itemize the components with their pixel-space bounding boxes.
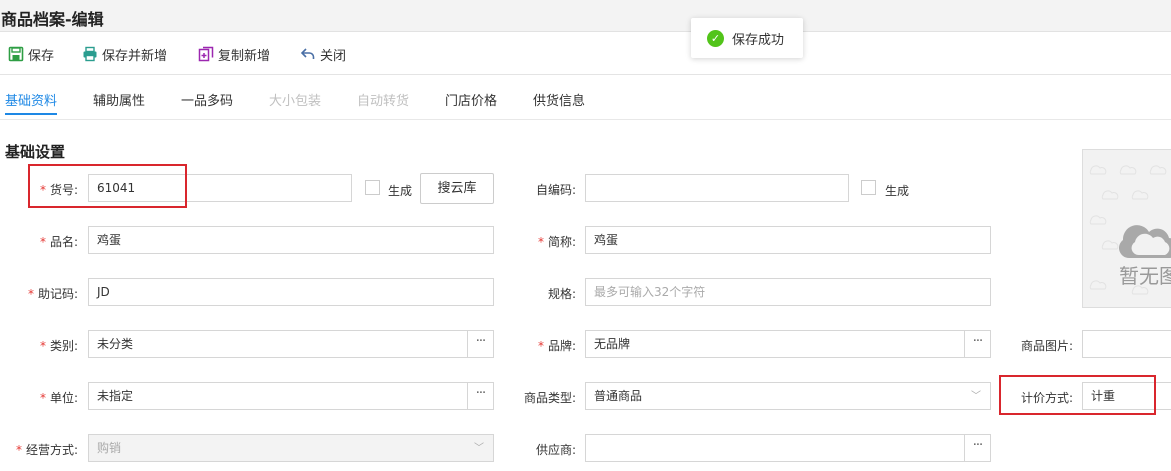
chevron-down-icon: ﹀	[971, 391, 981, 402]
unit-input[interactable]: 未指定 ···	[88, 382, 494, 410]
save-label: 保存	[28, 48, 55, 64]
required-mark: *	[16, 443, 22, 457]
supplier-input[interactable]: ···	[585, 434, 991, 462]
check-circle-icon: ✓	[707, 29, 724, 47]
brand-label-text: 品牌:	[548, 339, 577, 353]
short-name-label: * 简称:	[538, 233, 576, 250]
self-code-input[interactable]	[585, 174, 849, 202]
product-image-input[interactable]	[1082, 330, 1171, 358]
undo-arrow-icon	[300, 48, 315, 59]
brand-input[interactable]: 无品牌 ···	[585, 330, 991, 358]
save-icon	[8, 46, 24, 62]
toolbar: 保存 保存并新增 复制新增 关闭	[0, 33, 1171, 75]
product-type-label: 商品类型:	[524, 391, 577, 405]
supplier-more-button[interactable]: ···	[964, 435, 990, 461]
item-no-generate-label: 生成	[388, 184, 413, 198]
close-button[interactable]: 关闭	[300, 43, 346, 65]
toast-message: 保存成功	[732, 32, 785, 48]
required-mark: *	[40, 339, 46, 353]
self-code-generate-label: 生成	[885, 184, 910, 198]
tab-multi-barcode[interactable]: 一品多码	[181, 90, 233, 109]
category-value: 未分类	[97, 337, 134, 351]
category-more-button[interactable]: ···	[467, 331, 493, 357]
no-image-text: 暂无图	[1119, 264, 1171, 288]
business-mode-value: 购销	[97, 441, 122, 455]
category-input[interactable]: 未分类 ···	[88, 330, 494, 358]
name-label-text: 品名:	[50, 235, 79, 249]
short-name-label-text: 简称:	[548, 235, 577, 249]
mnemonic-label-text: 助记码:	[38, 287, 79, 301]
required-mark: *	[40, 391, 46, 405]
required-mark: *	[40, 235, 46, 249]
spec-input[interactable]: 最多可输入32个字符	[585, 278, 991, 306]
product-type-value: 普通商品	[594, 389, 643, 403]
tab-package-sizes: 大小包装	[269, 94, 322, 109]
save-and-new-label: 保存并新增	[102, 48, 168, 64]
page-title: 商品档案-编辑	[1, 10, 104, 29]
search-cloud-button[interactable]: 搜云库	[420, 173, 494, 204]
name-label: * 品名:	[40, 233, 78, 250]
tab-auto-transfer: 自动转货	[357, 94, 410, 109]
supplier-label: 供应商:	[536, 443, 577, 457]
mnemonic-input[interactable]: JD	[88, 278, 494, 306]
save-and-new-button[interactable]: 保存并新增	[82, 43, 167, 65]
close-label: 关闭	[320, 48, 347, 64]
brand-label: * 品牌:	[538, 337, 576, 354]
business-mode-label-text: 经营方式:	[26, 443, 79, 457]
required-mark: *	[538, 235, 544, 249]
mnemonic-label: * 助记码:	[28, 285, 78, 302]
required-mark: *	[28, 287, 34, 301]
brand-value: 无品牌	[594, 337, 631, 351]
unit-label: * 单位:	[40, 389, 78, 406]
unit-more-button[interactable]: ···	[467, 383, 493, 409]
product-type-select[interactable]: 普通商品 ﹀	[585, 382, 991, 410]
tab-supply-info[interactable]: 供货信息	[533, 90, 585, 109]
copy-new-button[interactable]: 复制新增	[198, 43, 270, 65]
spec-label: 规格:	[548, 287, 577, 301]
tab-bar: 基础资料 辅助属性 一品多码 大小包装 自动转货 门店价格 供货信息	[0, 76, 1171, 120]
unit-value: 未指定	[97, 389, 134, 403]
tab-aux-attributes[interactable]: 辅助属性	[93, 90, 145, 109]
copy-icon	[198, 46, 214, 62]
tab-store-price[interactable]: 门店价格	[445, 90, 497, 109]
chevron-down-icon: ﹀	[474, 443, 484, 454]
title-bar: 商品档案-编辑	[0, 0, 1171, 32]
self-code-label: 自编码:	[536, 183, 577, 197]
business-mode-select: 购销 ﹀	[88, 434, 494, 462]
save-button[interactable]: 保存	[8, 43, 54, 65]
required-mark: *	[538, 339, 544, 353]
item-no-generate-checkbox[interactable]	[365, 180, 380, 195]
printer-icon	[83, 46, 97, 62]
product-image-label: 商品图片:	[1021, 339, 1074, 353]
section-title: 基础设置	[5, 143, 66, 161]
success-toast: ✓ 保存成功	[691, 18, 803, 58]
name-input[interactable]: 鸡蛋	[88, 226, 494, 254]
copy-new-label: 复制新增	[218, 48, 271, 64]
highlight-box-pricing	[999, 375, 1156, 415]
product-image-placeholder[interactable]: 暂无图	[1082, 149, 1171, 308]
category-label-text: 类别:	[50, 339, 79, 353]
short-name-input[interactable]: 鸡蛋	[585, 226, 991, 254]
self-code-generate-checkbox[interactable]	[861, 180, 876, 195]
business-mode-label: * 经营方式:	[16, 441, 78, 458]
brand-more-button[interactable]: ···	[964, 331, 990, 357]
unit-label-text: 单位:	[50, 391, 79, 405]
highlight-box-item-no	[28, 164, 187, 208]
category-label: * 类别:	[40, 337, 78, 354]
tab-basic-info[interactable]: 基础资料	[5, 90, 58, 115]
